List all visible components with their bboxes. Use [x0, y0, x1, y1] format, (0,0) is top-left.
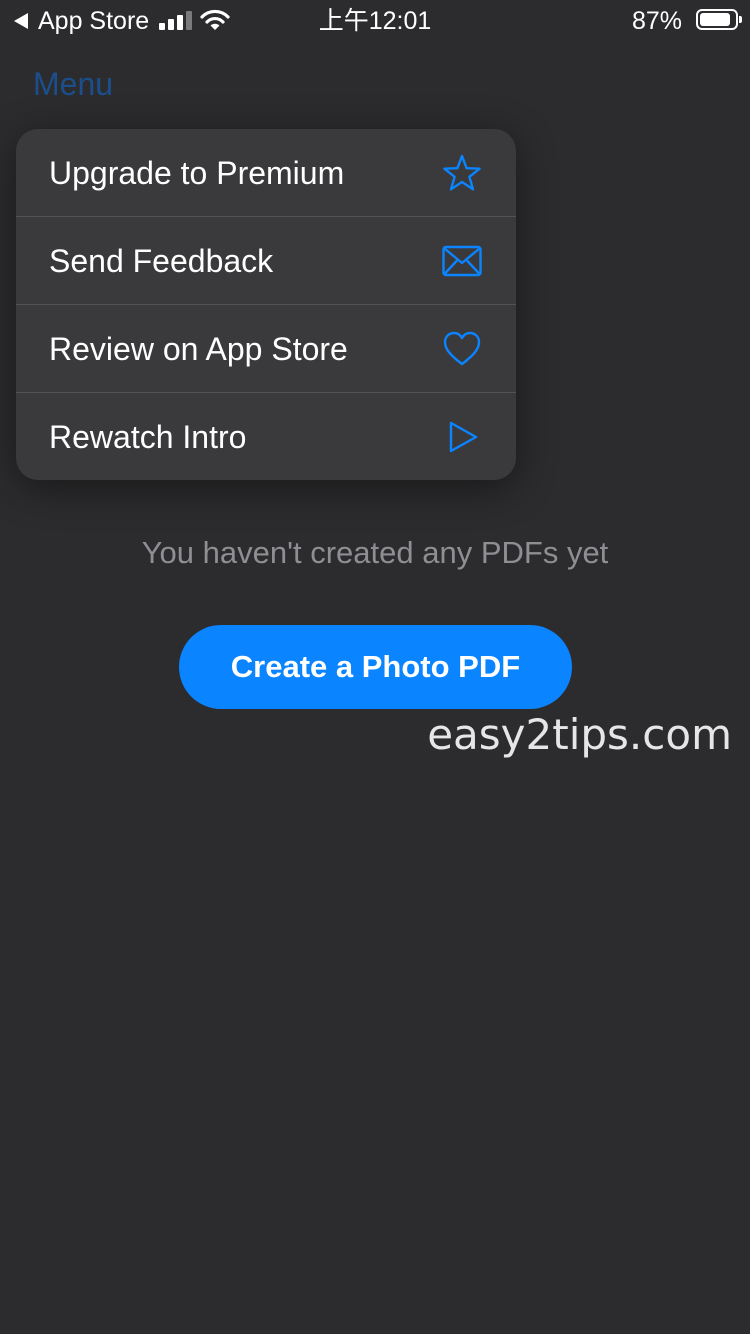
- star-icon: [443, 154, 481, 191]
- screen: App Store 上午12:01 87% Menu Upgrade to Pr…: [0, 0, 750, 1334]
- battery-icon: [696, 9, 742, 30]
- status-bar: App Store 上午12:01 87%: [0, 0, 750, 42]
- battery-percent: 87%: [631, 7, 682, 35]
- menu-item-send-feedback[interactable]: Send Feedback: [16, 217, 516, 305]
- context-menu: Upgrade to Premium Send Feedback Review …: [16, 129, 516, 480]
- menu-item-label: Upgrade to Premium: [49, 155, 345, 191]
- menu-item-rewatch-intro[interactable]: Rewatch Intro: [16, 393, 516, 480]
- empty-state-message: You haven't created any PDFs yet: [141, 535, 609, 570]
- create-photo-pdf-button[interactable]: Create a Photo PDF: [179, 625, 572, 709]
- menu-item-label: Rewatch Intro: [49, 419, 247, 455]
- heart-icon: [443, 331, 481, 366]
- menu-item-label: Review on App Store: [49, 331, 348, 367]
- envelope-icon: [442, 245, 482, 277]
- menu-item-review-app-store[interactable]: Review on App Store: [16, 305, 516, 393]
- menu-item-label: Send Feedback: [49, 243, 274, 279]
- watermark-text: easy2tips.com: [427, 710, 732, 759]
- menu-item-upgrade-premium[interactable]: Upgrade to Premium: [16, 129, 516, 217]
- play-icon: [449, 421, 478, 453]
- menu-button[interactable]: Menu: [33, 66, 113, 103]
